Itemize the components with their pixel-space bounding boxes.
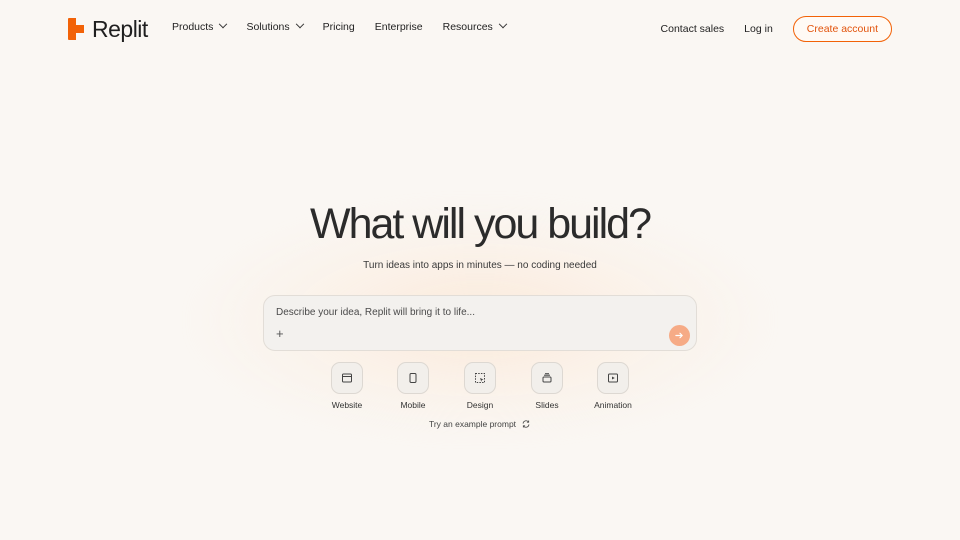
nav-item-label: Resources [442, 21, 493, 33]
prompt-box: + [263, 295, 697, 351]
nav-item-resources[interactable]: Resources [442, 19, 508, 33]
nav-item-enterprise[interactable]: Enterprise [375, 21, 423, 33]
type-label: Slides [535, 400, 559, 410]
type-label: Mobile [400, 400, 426, 410]
nav-item-label: Solutions [246, 21, 290, 33]
play-window-icon [608, 373, 618, 383]
arrow-right-icon [675, 332, 683, 339]
browser-window-icon [342, 373, 352, 383]
site-header: Replit Products Solutions Pricing Enterp… [0, 0, 960, 58]
type-label: Website [331, 400, 363, 410]
account-nav: Contact sales Log in Create account [661, 16, 892, 42]
type-label: Design [466, 400, 494, 410]
plus-icon[interactable]: + [276, 327, 288, 340]
nav-item-label: Pricing [322, 21, 355, 33]
contact-sales-link[interactable]: Contact sales [661, 23, 725, 35]
nav-item-pricing[interactable]: Pricing [323, 21, 355, 33]
type-design-button[interactable]: Design [455, 362, 505, 410]
send-button[interactable] [669, 325, 690, 346]
chevron-down-icon [219, 19, 228, 29]
example-prompt-button[interactable]: Try an example prompt [0, 419, 960, 429]
type-slides-button[interactable]: Slides [522, 362, 572, 410]
nav-item-solutions[interactable]: Solutions [246, 19, 304, 33]
log-in-link[interactable]: Log in [744, 23, 773, 35]
type-label: Animation [594, 400, 632, 410]
example-prompt-label: Try an example prompt [428, 419, 517, 429]
create-account-button[interactable]: Create account [792, 16, 892, 42]
type-animation-button[interactable]: Animation [588, 362, 638, 410]
hero-title: What will you build? [309, 200, 652, 248]
hero-subtitle: Turn ideas into apps in minutes — no cod… [363, 260, 597, 271]
prompt-input[interactable] [276, 307, 656, 318]
type-mobile-button[interactable]: Mobile [388, 362, 438, 410]
replit-logo-icon [68, 18, 84, 40]
replit-logo[interactable]: Replit [68, 16, 148, 42]
nav-item-label: Enterprise [374, 21, 423, 33]
design-select-icon [475, 373, 485, 383]
brand-name: Replit [92, 15, 148, 42]
chevron-down-icon [498, 19, 508, 29]
nav-item-label: Products [172, 21, 214, 33]
phone-icon [409, 373, 417, 383]
chevron-down-icon [295, 19, 304, 29]
type-website-button[interactable]: Website [322, 362, 372, 410]
refresh-icon [522, 420, 530, 428]
nav-item-products[interactable]: Products [172, 19, 228, 33]
main-nav: Products Solutions Pricing Enterprise Re… [172, 19, 508, 33]
slides-icon [542, 373, 552, 383]
